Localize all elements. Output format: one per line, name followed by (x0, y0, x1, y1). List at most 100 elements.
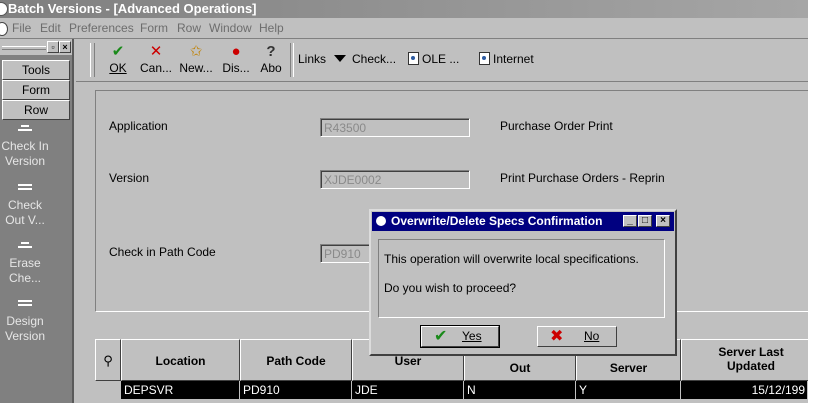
task-label: Version (4, 154, 46, 168)
task-label: Che... (8, 271, 41, 285)
task-check-out-version[interactable]: Check Out V... (0, 184, 50, 228)
close-icon[interactable]: × (656, 215, 670, 227)
dialog-icon[interactable] (376, 216, 386, 226)
task-label: Out V... (5, 213, 45, 227)
version-label: Version (109, 171, 150, 185)
tab-form[interactable]: Form (2, 80, 70, 100)
display-icon: ● (231, 43, 241, 60)
title-bar: Batch Versions - [Advanced Operations] (0, 0, 808, 18)
task-label: Erase (9, 256, 41, 270)
dialog-message-panel: This operation will overwrite local spec… (378, 239, 665, 318)
dialog-message-line1: This operation will overwrite local spec… (384, 252, 639, 266)
dropdown-arrow-icon (334, 55, 347, 62)
toolbar-separator (290, 43, 294, 77)
menu-edit[interactable]: Edit (40, 21, 61, 35)
menu-file[interactable]: File (12, 21, 31, 35)
grid-row-selector-header[interactable]: ⚲ (95, 339, 121, 381)
cell-server-last-updated[interactable]: 15/12/199 (681, 381, 808, 399)
checkmark-icon: ✔ (434, 328, 448, 345)
application-label: Application (109, 119, 168, 133)
header-location[interactable]: Location (121, 339, 240, 381)
toolbar-grip[interactable] (90, 43, 95, 77)
task-check-in-version[interactable]: Check In Version (0, 125, 50, 169)
version-description: Print Purchase Orders - Reprin (500, 171, 665, 185)
task-design-version[interactable]: Design Version (0, 300, 50, 344)
menu-help[interactable]: Help (259, 21, 284, 35)
path-code-label: Check in Path Code (109, 245, 216, 259)
document-icon (18, 300, 32, 312)
cell-user[interactable]: JDE (352, 381, 464, 399)
cancel-x-icon: ✖ (550, 328, 564, 345)
cell-path-code[interactable]: PD910 (240, 381, 352, 399)
about-button[interactable]: ? Abo (258, 43, 284, 75)
row-selector[interactable] (95, 381, 121, 399)
pane-close-icon[interactable]: × (59, 41, 71, 53)
task-label: Check (7, 198, 42, 212)
version-field: XJDE0002 (320, 170, 470, 189)
header-server-last-updated[interactable]: Server Last Updated (681, 339, 808, 381)
new-label: New... (179, 61, 213, 75)
cancel-x-icon: ✕ (149, 43, 163, 60)
ok-button[interactable]: ✔ OK (106, 43, 130, 75)
cell-server[interactable]: Y (576, 381, 681, 399)
dialog-title-bar: Overwrite/Delete Specs Confirmation _ □ … (372, 212, 674, 231)
task-label: Version (4, 329, 46, 343)
check-label: Check... (352, 52, 397, 66)
ole-icon (408, 52, 419, 65)
window-title: Batch Versions - [Advanced Operations] (8, 1, 257, 16)
menu-form[interactable]: Form (140, 21, 168, 35)
app-icon[interactable] (0, 2, 8, 16)
no-label: No (584, 329, 600, 343)
ole-label: OLE ... (422, 52, 460, 66)
internet-link[interactable]: Internet (479, 52, 534, 66)
header-path-code[interactable]: Path Code (240, 339, 352, 381)
task-erase-checkout[interactable]: Erase Che... (0, 242, 50, 286)
application-field: R43500 (320, 118, 470, 137)
links-label: Links (298, 52, 327, 66)
cancel-button[interactable]: ✕ Can... (138, 43, 174, 75)
help-question-icon: ? (266, 43, 276, 60)
links-menu[interactable]: Links Check... (298, 52, 396, 66)
display-button[interactable]: ● Dis... (219, 43, 253, 75)
toolbar: ✔ OK ✕ Can... ✩ New... ● Dis... ? Abo Li… (76, 39, 808, 82)
menu-window[interactable]: Window (209, 21, 252, 35)
yes-button[interactable]: ✔ Yes (420, 325, 500, 348)
application-description: Purchase Order Print (500, 119, 613, 133)
new-button[interactable]: ✩ New... (177, 43, 215, 75)
maximize-icon[interactable]: □ (638, 215, 652, 227)
about-label: Abo (260, 61, 282, 75)
cell-out[interactable]: N (464, 381, 576, 399)
task-pane-header: ▫ × (0, 39, 72, 56)
ok-label: OK (109, 61, 127, 75)
tab-row[interactable]: Row (2, 100, 70, 120)
cancel-label: Can... (139, 61, 172, 75)
attachment-icon: ⚲ (103, 353, 113, 368)
checkmark-icon: ✔ (111, 43, 125, 60)
tab-tools[interactable]: Tools (2, 60, 70, 80)
task-pane: ▫ × Tools Form Row Check In Version Chec… (0, 39, 74, 403)
menu-preferences[interactable]: Preferences (69, 21, 134, 35)
minimize-icon[interactable]: _ (623, 215, 637, 227)
document-icon (18, 242, 32, 254)
pane-restore-icon[interactable]: ▫ (47, 41, 59, 53)
document-icon (18, 125, 32, 137)
no-button[interactable]: ✖ No (537, 326, 617, 347)
new-folder-icon: ✩ (189, 43, 203, 60)
cell-location[interactable]: DEPSVR (121, 381, 240, 399)
menu-bar: File Edit Preferences Form Row Window He… (0, 18, 808, 39)
yes-label: Yes (462, 329, 482, 343)
task-label: Check In (1, 139, 49, 153)
task-label: Design (6, 314, 44, 328)
internet-icon (479, 52, 490, 65)
application-window: Batch Versions - [Advanced Operations] F… (0, 0, 808, 403)
dialog-title: Overwrite/Delete Specs Confirmation (391, 214, 603, 228)
document-menu-icon[interactable] (0, 22, 8, 36)
ole-link[interactable]: OLE ... (408, 52, 459, 66)
menu-row[interactable]: Row (177, 21, 201, 35)
document-icon (18, 184, 32, 196)
internet-label: Internet (493, 52, 534, 66)
grip-handle[interactable] (2, 46, 46, 50)
dialog-message-line2: Do you wish to proceed? (384, 281, 517, 295)
display-label: Dis... (222, 61, 250, 75)
confirmation-dialog: Overwrite/Delete Specs Confirmation _ □ … (369, 209, 677, 356)
